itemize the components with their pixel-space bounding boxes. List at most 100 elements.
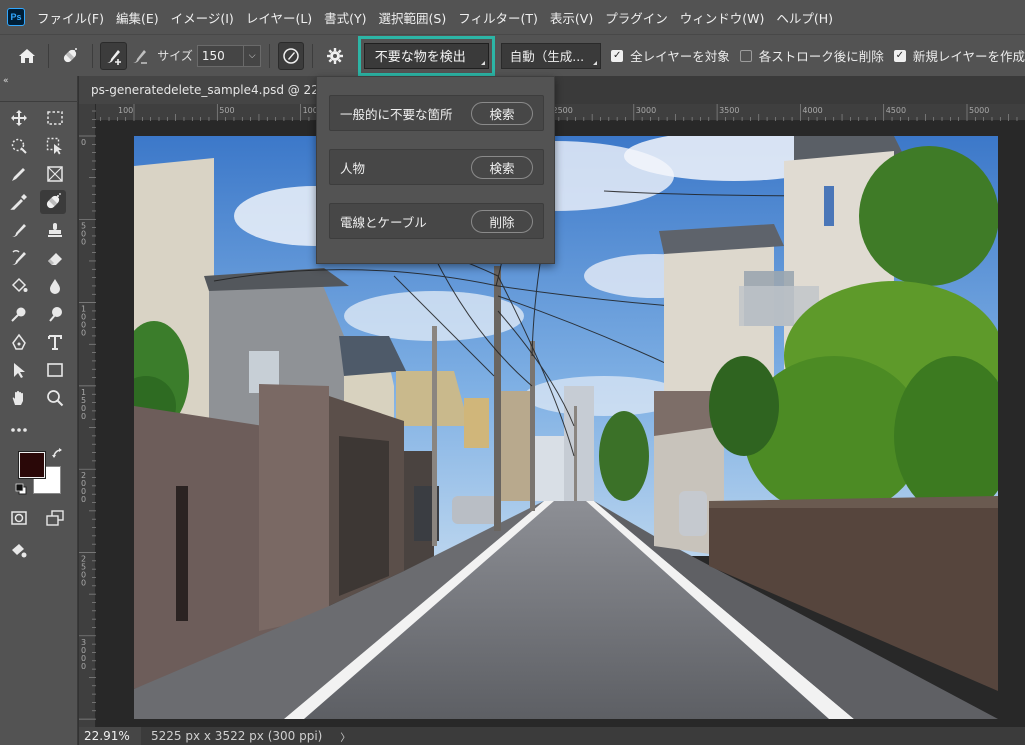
all-layers-checkbox[interactable]: ✓ 全レイヤーを対象 [611,46,730,65]
mode-label: 自動（生成... [509,49,585,64]
spot-healing-tool-icon[interactable] [40,190,66,214]
menu-help[interactable]: ヘルプ(H) [770,8,839,27]
zoom-tool-icon[interactable] [42,386,68,410]
ruler-vertical: 050010001500200025003000 [79,104,96,727]
quick-select-tool-icon[interactable] [6,134,32,158]
menu-type[interactable]: 書式(Y) [318,8,372,27]
popup-row-label: 一般的に不要な箇所 [340,106,453,122]
detect-distractions-popup: 一般的に不要な箇所 検索 人物 検索 電線とケーブル 削除 [316,76,555,264]
photoshop-logo: Ps [7,8,25,26]
separator [312,43,314,68]
document-tab[interactable]: ps-generatedelete_sample4.psd @ 22.9 [79,76,324,104]
brush-tool-icon[interactable] [6,218,32,242]
quick-mask-icon[interactable] [6,506,32,530]
edit-toolbar-icon[interactable] [6,538,32,562]
ruler-label: 0 [81,138,86,147]
eraser-tool-icon[interactable] [42,246,68,270]
menu-select[interactable]: 選択範囲(S) [373,8,453,27]
detect-distractions-button[interactable]: 不要な物を検出 [363,42,489,69]
popup-row-people: 人物 検索 [329,149,544,185]
checkbox-unchecked-icon [739,49,752,62]
zoom-level-field[interactable]: 22.91% [79,727,141,745]
menu-window[interactable]: ウィンドウ(W) [674,8,771,27]
blur-tool-icon[interactable] [42,274,68,298]
path-select-icon[interactable] [6,358,32,382]
spot-healing-brush-icon[interactable] [57,42,83,70]
ruler-label: 3000 [636,106,656,115]
brush-add-icon[interactable] [100,41,127,70]
tools-panel: « [0,76,78,745]
remove-after-stroke-checkbox[interactable]: 各ストローク後に削除 [739,46,884,65]
ruler-vertical-ticks: 050010001500200025003000 [79,110,96,720]
ruler-label: 4500 [886,106,906,115]
document-size-info: 5225 px x 3522 px (300 ppi) [151,729,323,743]
search-general-button[interactable]: 検索 [471,101,533,125]
rectangle-tool-icon[interactable] [42,358,68,382]
popup-row-wires: 電線とケーブル 削除 [329,203,544,239]
status-bar: 22.91% 5225 px x 3522 px (300 ppi) 〉 [79,727,1025,745]
collapse-panel-icon[interactable]: « [3,76,9,86]
all-layers-label: 全レイヤーを対象 [630,49,730,64]
menu-file[interactable]: ファイル(F) [31,8,110,27]
size-dropdown[interactable]: ⌵ [244,44,262,67]
paint-bucket-icon[interactable] [6,274,32,298]
ruler-label: 5000 [969,106,989,115]
checkbox-checked-icon: ✓ [893,49,906,62]
burn-tool-icon[interactable] [42,302,68,326]
menu-image[interactable]: イメージ(I) [165,8,240,27]
home-icon[interactable] [14,42,40,70]
type-tool-icon[interactable] [42,330,68,354]
ruler-label: 2500 [553,106,573,115]
dropdown-corner-icon [593,60,598,65]
object-select-tool-icon[interactable] [42,134,68,158]
pen-tool-icon[interactable] [6,330,32,354]
ruler-horizontal-ticks: 1005001000150020002500300035004000450050… [100,104,1018,121]
hand-tool-icon[interactable] [6,386,32,410]
more-tools-icon[interactable] [6,418,32,442]
ruler-label: 0 [81,412,86,421]
swap-colors-icon[interactable] [50,446,66,462]
eyedropper-tool-icon[interactable] [6,190,32,214]
new-layer-label: 新規レイヤーを作成 [912,49,1025,64]
stamp-tool-icon[interactable] [42,218,68,242]
popup-row-label: 人物 [340,160,366,176]
gear-icon[interactable] [321,42,347,70]
move-tool-icon[interactable] [6,106,32,130]
ruler-horizontal: 1005001000150020002500300035004000450050… [96,104,1025,121]
ruler-label: 500 [219,106,234,115]
pen-pressure-icon[interactable] [278,41,305,70]
search-people-button[interactable]: 検索 [471,155,533,179]
photo-canvas-image[interactable] [134,136,998,719]
checkbox-checked-icon: ✓ [611,49,624,62]
new-layer-checkbox[interactable]: ✓ 新規レイヤーを作成 [893,46,1025,65]
mode-dropdown[interactable]: 自動（生成... [500,42,602,69]
history-brush-icon[interactable] [6,246,32,270]
dropdown-corner-icon [480,60,485,65]
menu-plugins[interactable]: プラグイン [599,8,674,27]
menu-filter[interactable]: フィルター(T) [452,8,544,27]
lasso-brush-icon[interactable] [6,162,32,186]
ruler-label: 0 [81,495,86,504]
detect-button-label: 不要な物を検出 [374,50,466,65]
popup-row-label: 電線とケーブル [340,214,427,230]
ruler-label: 100 [118,106,133,115]
screen-mode-icon[interactable] [42,506,68,530]
ruler-label: 0 [81,662,86,671]
popup-row-general: 一般的に不要な箇所 検索 [329,95,544,131]
brush-subtract-icon[interactable] [127,42,153,70]
marquee-tool-icon[interactable] [42,106,68,130]
dodge-tool-icon[interactable] [6,302,32,326]
status-menu-chevron-icon[interactable]: 〉 [340,729,350,744]
default-colors-icon[interactable] [14,482,28,496]
menu-view[interactable]: 表示(V) [544,8,599,27]
menu-edit[interactable]: 編集(E) [110,8,165,27]
panel-header [0,90,78,102]
remove-wires-button[interactable]: 削除 [471,209,533,233]
ruler-label: 0 [81,579,86,588]
detect-highlight: 不要な物を検出 [357,35,495,76]
frame-tool-icon[interactable] [42,162,68,186]
foreground-color-swatch[interactable] [18,451,46,479]
menu-layer[interactable]: レイヤー(L) [240,8,318,27]
size-input[interactable]: 150 [196,44,245,67]
ruler-label: 4000 [802,106,822,115]
